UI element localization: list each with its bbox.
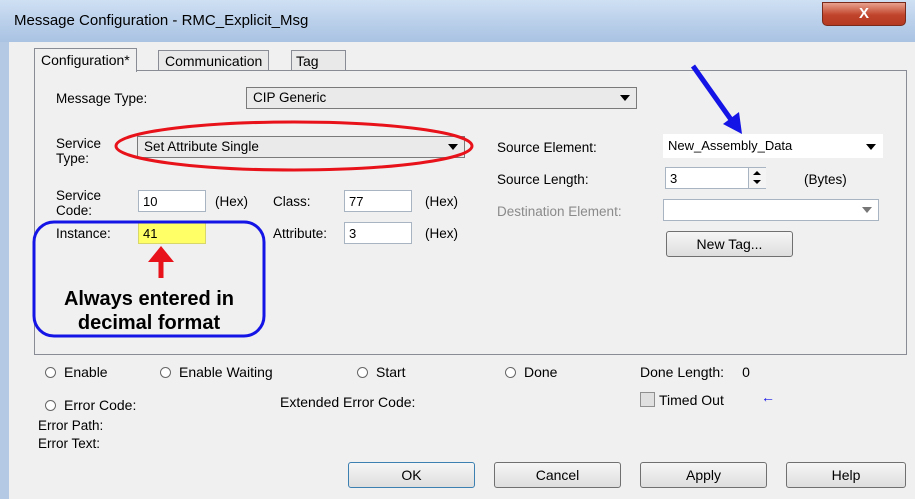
error-code-radio-icon bbox=[45, 400, 56, 411]
start-indicator: Start bbox=[357, 364, 406, 380]
arrow-left-icon: ← bbox=[761, 389, 775, 405]
done-length: Done Length: 0 bbox=[640, 364, 750, 380]
error-path-label: Error Path: bbox=[38, 418, 104, 433]
enable-waiting-radio-icon bbox=[160, 367, 171, 378]
cancel-button[interactable]: Cancel bbox=[494, 462, 621, 488]
ok-button[interactable]: OK bbox=[348, 462, 475, 488]
blue-arrow-icon bbox=[690, 64, 742, 134]
timed-out-checkbox[interactable]: Timed Out bbox=[640, 392, 724, 408]
enable-radio-icon bbox=[45, 367, 56, 378]
enable-waiting-indicator: Enable Waiting bbox=[160, 364, 273, 380]
red-arrow-icon bbox=[148, 246, 174, 278]
tab-configuration[interactable]: Configuration* bbox=[34, 48, 137, 72]
enable-indicator: Enable bbox=[45, 364, 108, 380]
extended-error-code-label: Extended Error Code: bbox=[280, 394, 416, 410]
help-button[interactable]: Help bbox=[786, 462, 906, 488]
start-radio-icon bbox=[357, 367, 368, 378]
error-code-indicator: Error Code: bbox=[45, 397, 136, 413]
annotation-overlay bbox=[32, 64, 742, 338]
service-type-highlight-ellipse bbox=[114, 120, 474, 172]
done-indicator: Done bbox=[505, 364, 557, 380]
checkbox-icon bbox=[640, 392, 655, 407]
done-length-value: 0 bbox=[742, 364, 750, 380]
callout-text: Always entered in decimal format bbox=[63, 288, 235, 334]
done-radio-icon bbox=[505, 367, 516, 378]
apply-button[interactable]: Apply bbox=[640, 462, 767, 488]
error-text-label: Error Text: bbox=[38, 436, 101, 451]
